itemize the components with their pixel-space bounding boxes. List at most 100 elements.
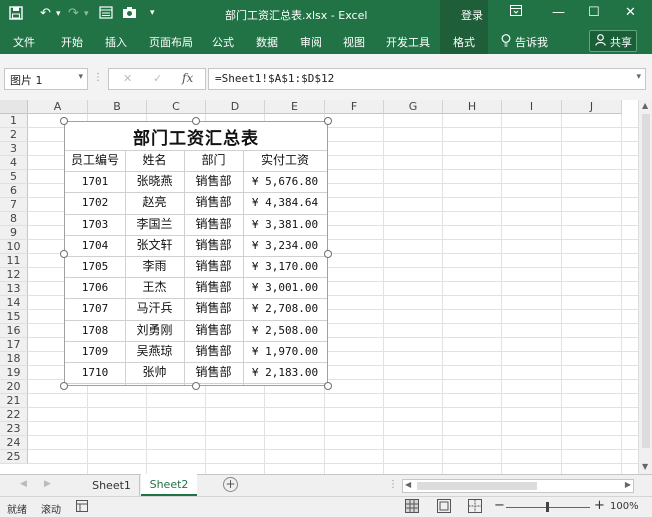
prev-sheet-icon[interactable]: ◀	[20, 479, 27, 489]
vertical-scroll-thumb[interactable]	[642, 114, 650, 448]
column-header-c[interactable]: C	[147, 100, 206, 114]
zoom-slider-thumb[interactable]	[546, 502, 549, 512]
resize-handle[interactable]	[192, 117, 200, 125]
row-header-8[interactable]: 8	[0, 212, 28, 226]
form-icon[interactable]	[99, 6, 113, 23]
column-header-h[interactable]: H	[443, 100, 502, 114]
fx-icon[interactable]: fx	[182, 71, 193, 85]
row-header-15[interactable]: 15	[0, 310, 28, 324]
tell-me-search[interactable]: 告诉我	[515, 34, 548, 50]
select-all-corner[interactable]	[0, 100, 28, 114]
row-header-7[interactable]: 7	[0, 198, 28, 212]
expand-formula-icon[interactable]: ▾	[636, 72, 641, 82]
share-button[interactable]: 共享	[589, 30, 637, 52]
name-box[interactable]: 图片 1 ▾	[4, 68, 88, 90]
row-header-18[interactable]: 18	[0, 352, 28, 366]
resize-handle[interactable]	[60, 382, 68, 390]
save-icon[interactable]	[9, 6, 23, 24]
macro-icon[interactable]	[76, 500, 88, 515]
row-header-12[interactable]: 12	[0, 268, 28, 282]
page-break-icon[interactable]	[468, 499, 482, 516]
row-header-24[interactable]: 24	[0, 436, 28, 450]
zoom-level[interactable]: 100%	[610, 501, 639, 512]
page-layout-icon[interactable]	[437, 499, 451, 516]
row-header-10[interactable]: 10	[0, 240, 28, 254]
row-header-6[interactable]: 6	[0, 184, 28, 198]
row-header-20[interactable]: 20	[0, 380, 28, 394]
tab-developer[interactable]: 开发工具	[386, 34, 430, 50]
tab-view[interactable]: 视图	[343, 34, 365, 50]
row-header-2[interactable]: 2	[0, 128, 28, 142]
column-header-a[interactable]: A	[28, 100, 88, 114]
tab-page-layout[interactable]: 页面布局	[149, 34, 193, 50]
worksheet-grid[interactable]: ABCDEFGHIJ 1 2 3 4 5 6 7 8 9 10 11 12 13 14 15 16 17 18 19…	[0, 100, 652, 474]
sheet-tab-sheet1[interactable]: Sheet1	[84, 475, 140, 496]
row-header-17[interactable]: 17	[0, 338, 28, 352]
row-header-16[interactable]: 16	[0, 324, 28, 338]
column-header-b[interactable]: B	[88, 100, 147, 114]
tab-formulas[interactable]: 公式	[212, 34, 234, 50]
column-header-g[interactable]: G	[384, 100, 443, 114]
row-header-1[interactable]: 1	[0, 114, 28, 128]
row-header-13[interactable]: 13	[0, 282, 28, 296]
column-header-j[interactable]: J	[562, 100, 622, 114]
sheet-tab-sheet2[interactable]: Sheet2	[141, 474, 197, 496]
zoom-in-icon[interactable]: +	[594, 498, 605, 513]
formula-input[interactable]: =Sheet1!$A$1:$D$12 ▾	[208, 68, 646, 90]
tab-review[interactable]: 审阅	[300, 34, 322, 50]
next-sheet-icon[interactable]: ▶	[44, 479, 51, 489]
column-header-e[interactable]: E	[265, 100, 325, 114]
vertical-scrollbar[interactable]: ▲ ▼	[638, 100, 652, 474]
row-header-22[interactable]: 22	[0, 408, 28, 422]
resize-handle[interactable]	[324, 382, 332, 390]
resize-handle[interactable]	[324, 117, 332, 125]
tab-format[interactable]: 格式	[453, 34, 475, 50]
undo-dropdown-icon[interactable]: ▾	[56, 9, 61, 19]
add-sheet-icon[interactable]: +	[223, 477, 238, 492]
ribbon-display-icon[interactable]	[510, 5, 522, 20]
column-header-d[interactable]: D	[206, 100, 265, 114]
close-icon[interactable]: ✕	[625, 5, 636, 20]
tab-insert[interactable]: 插入	[105, 34, 127, 50]
resize-handle[interactable]	[60, 249, 68, 258]
row-header-25[interactable]: 25	[0, 450, 28, 464]
normal-view-icon[interactable]	[405, 499, 419, 516]
resize-handle[interactable]	[324, 249, 332, 258]
customize-qat-icon[interactable]: ▾	[150, 8, 155, 18]
resize-handle[interactable]	[192, 382, 200, 390]
maximize-icon[interactable]: ☐	[588, 5, 600, 20]
scroll-up-icon[interactable]: ▲	[642, 101, 648, 110]
enter-icon[interactable]: ✓	[153, 72, 162, 85]
redo-icon[interactable]: ↷	[68, 6, 79, 21]
scroll-left-icon[interactable]: ◀	[405, 480, 411, 489]
row-header-14[interactable]: 14	[0, 296, 28, 310]
row-header-23[interactable]: 23	[0, 422, 28, 436]
resize-handle[interactable]	[60, 117, 68, 125]
picture-object[interactable]: 部门工资汇总表 员工编号 姓名 部门 实付工资 1701 张晓燕 销售部 ¥ 5,676.80…	[64, 121, 328, 386]
row-header-19[interactable]: 19	[0, 366, 28, 380]
minimize-icon[interactable]: —	[552, 5, 565, 20]
tab-file[interactable]: 文件	[13, 34, 35, 50]
row-header-21[interactable]: 21	[0, 394, 28, 408]
login-link[interactable]: 登录	[461, 7, 483, 23]
column-header-f[interactable]: F	[325, 100, 384, 114]
camera-icon[interactable]	[122, 6, 137, 23]
undo-icon[interactable]: ↶	[40, 6, 51, 21]
name-box-dropdown-icon[interactable]: ▾	[78, 72, 83, 82]
horizontal-scrollbar[interactable]: ◀ ▶	[402, 479, 634, 493]
redo-dropdown-icon[interactable]: ▾	[84, 9, 89, 19]
scroll-right-icon[interactable]: ▶	[625, 480, 631, 489]
row-header-9[interactable]: 9	[0, 226, 28, 240]
row-header-5[interactable]: 5	[0, 170, 28, 184]
scroll-down-icon[interactable]: ▼	[642, 462, 648, 471]
horizontal-scroll-thumb[interactable]	[417, 482, 537, 490]
row-header-4[interactable]: 4	[0, 156, 28, 170]
cancel-icon[interactable]: ✕	[123, 72, 132, 85]
tab-home[interactable]: 开始	[61, 34, 83, 50]
row-header-11[interactable]: 11	[0, 254, 28, 268]
tab-data[interactable]: 数据	[256, 34, 278, 50]
zoom-out-icon[interactable]: −	[494, 498, 505, 513]
column-header-i[interactable]: I	[502, 100, 562, 114]
row-header-3[interactable]: 3	[0, 142, 28, 156]
tab-splitter-icon[interactable]: ⋮	[388, 479, 398, 490]
